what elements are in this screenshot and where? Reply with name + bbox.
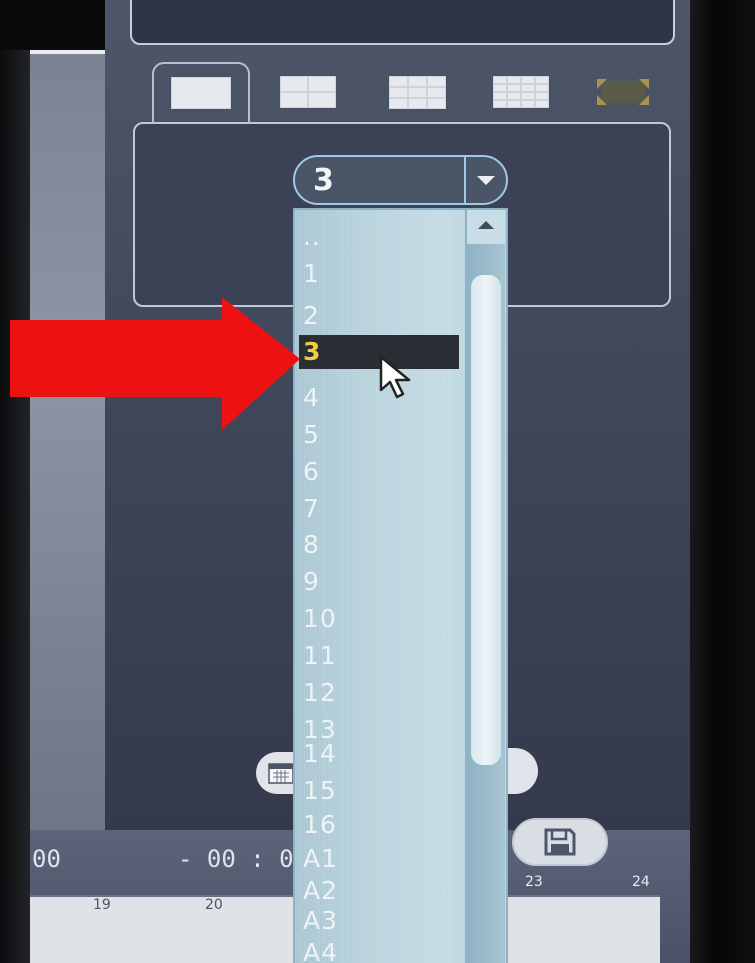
dropdown-scrollbar[interactable]	[465, 210, 505, 963]
tab-sixteen-view[interactable]	[490, 62, 552, 122]
dropdown-option[interactable]: 5	[303, 418, 320, 452]
sixteen-view-icon	[493, 76, 549, 108]
timeline-hour-label: 24	[632, 874, 650, 890]
dropdown-option[interactable]: A3	[303, 904, 338, 938]
dropdown-option[interactable]: 16	[303, 808, 337, 842]
tab-fit-screen[interactable]	[592, 62, 654, 122]
photo-backdrop: 00 - 00 : 0 19 20 23 24 3 .. 1 2 3 4 5 6…	[0, 0, 755, 963]
timeline-hour-label: 19	[93, 897, 111, 913]
dropdown-option[interactable]: 15	[303, 774, 337, 808]
scroll-up-arrow-icon[interactable]	[467, 210, 505, 244]
timeline-hour-label: 23	[525, 874, 543, 890]
tab-single-view[interactable]	[152, 62, 250, 122]
red-annotation-arrow-icon	[10, 297, 300, 430]
dropdown-option[interactable]: 9	[303, 565, 320, 599]
channel-dropdown[interactable]: 3	[293, 155, 508, 205]
dropdown-option[interactable]: 4	[303, 381, 320, 415]
dropdown-option[interactable]: 7	[303, 492, 320, 526]
dropdown-option[interactable]: A1	[303, 842, 338, 876]
chevron-down-icon[interactable]	[464, 155, 506, 205]
floppy-disk-icon	[544, 828, 576, 856]
dropdown-option[interactable]: ..	[303, 220, 321, 254]
time-start: 00	[32, 845, 61, 873]
mouse-cursor-icon	[379, 355, 411, 399]
dropdown-option[interactable]: 12	[303, 676, 337, 710]
tab-quad-view[interactable]	[278, 62, 338, 122]
screen-bezel-right	[690, 0, 755, 963]
dropdown-option[interactable]: 10	[303, 602, 337, 636]
tab-nine-view[interactable]	[386, 62, 448, 122]
nine-view-icon	[388, 75, 446, 109]
dropdown-option[interactable]: 8	[303, 528, 320, 562]
time-end: - 00 : 0	[178, 845, 294, 873]
scrollbar-thumb[interactable]	[471, 275, 501, 765]
save-button[interactable]	[512, 818, 608, 866]
quad-view-icon	[280, 76, 336, 108]
dropdown-option[interactable]: 14	[303, 737, 337, 771]
timeline-hour-label: 20	[205, 897, 223, 913]
dropdown-option[interactable]: 11	[303, 639, 337, 673]
calendar-icon	[268, 763, 294, 784]
single-view-icon	[171, 77, 231, 109]
dropdown-option[interactable]: 2	[303, 299, 320, 333]
dropdown-selected-value: 3	[313, 162, 334, 198]
dropdown-option[interactable]: A4	[303, 936, 338, 963]
dropdown-option[interactable]: A2	[303, 874, 338, 908]
dropdown-option[interactable]: 1	[303, 257, 320, 291]
top-info-box	[130, 0, 675, 45]
dropdown-option[interactable]: 6	[303, 455, 320, 489]
fit-screen-icon	[597, 79, 649, 105]
